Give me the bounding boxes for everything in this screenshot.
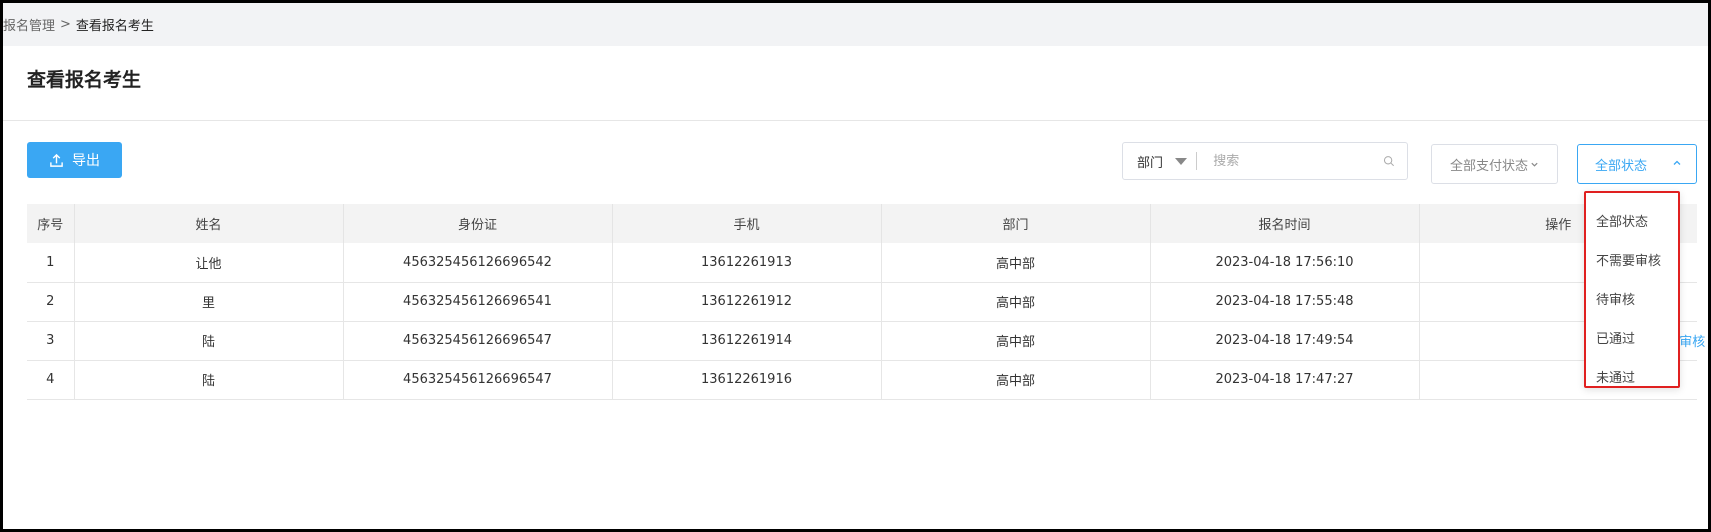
pay-status-value: 全部支付状态 — [1449, 158, 1528, 174]
status-option-all[interactable]: 全部状态 — [1586, 201, 1678, 240]
cell-phone: 13612261916 — [612, 360, 882, 400]
status-option-no-review[interactable]: 不需要审核 — [1586, 240, 1678, 279]
dept-select[interactable]: 部门 — [1123, 143, 1196, 179]
header-dept: 部门 — [881, 204, 1151, 243]
search-icon[interactable] — [1383, 154, 1395, 168]
cell-index: 3 — [27, 321, 75, 361]
title-divider — [3, 120, 1708, 121]
header-time: 报名时间 — [1150, 204, 1420, 243]
breadcrumb-parent[interactable]: 报名管理 — [3, 15, 55, 34]
cell-phone: 13612261912 — [612, 282, 882, 322]
breadcrumb-current: 查看报名考生 — [75, 19, 154, 34]
search-group: 部门 — [1122, 142, 1408, 180]
cell-name: 陆 — [74, 360, 344, 400]
export-button-label: 导出 — [72, 153, 100, 169]
cell-id-card: 456325456126696547 — [343, 360, 613, 400]
page-title: 查看报名考生 — [27, 69, 142, 91]
header-index: 序号 — [27, 204, 75, 243]
status-select-value: 全部状态 — [1595, 158, 1648, 174]
status-select[interactable]: 全部状态 — [1577, 144, 1697, 184]
status-option-rejected[interactable]: 未通过 — [1586, 357, 1678, 396]
chevron-up-icon — [1673, 160, 1681, 165]
cell-index: 4 — [27, 360, 75, 400]
cell-id-card: 456325456126696547 — [343, 321, 613, 361]
dept-select-value: 部门 — [1137, 155, 1164, 171]
table-header-row: 序号 姓名 身份证 手机 部门 报名时间 操作 — [27, 204, 1697, 243]
table-row: 2 里 456325456126696541 13612261912 高中部 2… — [27, 282, 1697, 322]
cell-dept: 高中部 — [881, 282, 1151, 322]
header-phone: 手机 — [612, 204, 882, 243]
cell-time: 2023-04-18 17:56:10 — [1150, 243, 1420, 283]
page-frame: 报名管理 > 查看报名考生 查看报名考生 导出 部门 全部支付状态 全部状态 — [3, 3, 1708, 529]
status-dropdown-menu: 全部状态 不需要审核 待审核 已通过 未通过 — [1584, 191, 1680, 388]
pay-status-select[interactable]: 全部支付状态 — [1431, 144, 1558, 184]
export-button[interactable]: 导出 — [27, 142, 122, 178]
breadcrumb: 报名管理 > 查看报名考生 — [3, 3, 1708, 46]
cell-phone: 13612261914 — [612, 321, 882, 361]
table-row: 4 陆 456325456126696547 13612261916 高中部 2… — [27, 360, 1697, 400]
cell-name: 让他 — [74, 243, 344, 283]
chevron-down-icon — [1531, 162, 1538, 167]
cell-index: 2 — [27, 282, 75, 322]
cell-id-card: 456325456126696541 — [343, 282, 613, 322]
header-name: 姓名 — [74, 204, 344, 243]
cell-time: 2023-04-18 17:49:54 — [1150, 321, 1420, 361]
cell-name: 陆 — [74, 321, 344, 361]
status-option-approved[interactable]: 已通过 — [1586, 318, 1678, 357]
caret-down-icon — [1175, 157, 1188, 165]
cell-name: 里 — [74, 282, 344, 322]
cell-dept: 高中部 — [881, 321, 1151, 361]
status-option-pending[interactable]: 待审核 — [1586, 279, 1678, 318]
cell-dept: 高中部 — [881, 360, 1151, 400]
upload-icon — [50, 153, 63, 167]
cell-dept: 高中部 — [881, 243, 1151, 283]
cell-time: 2023-04-18 17:47:27 — [1150, 360, 1420, 400]
table-row: 3 陆 456325456126696547 13612261914 高中部 2… — [27, 321, 1705, 361]
review-link[interactable]: 审核 — [1679, 335, 1705, 350]
cell-index: 1 — [27, 243, 75, 283]
cell-phone: 13612261913 — [612, 243, 882, 283]
table-row: 1 让他 456325456126696542 13612261913 高中部 … — [27, 243, 1697, 283]
search-input[interactable] — [1197, 143, 1384, 179]
cell-id-card: 456325456126696542 — [343, 243, 613, 283]
registrant-table: 序号 姓名 身份证 手机 部门 报名时间 操作 1 让他 45632545612… — [27, 204, 1705, 400]
header-id-card: 身份证 — [343, 204, 613, 243]
breadcrumb-separator: > — [60, 17, 71, 32]
cell-time: 2023-04-18 17:55:48 — [1150, 282, 1420, 322]
